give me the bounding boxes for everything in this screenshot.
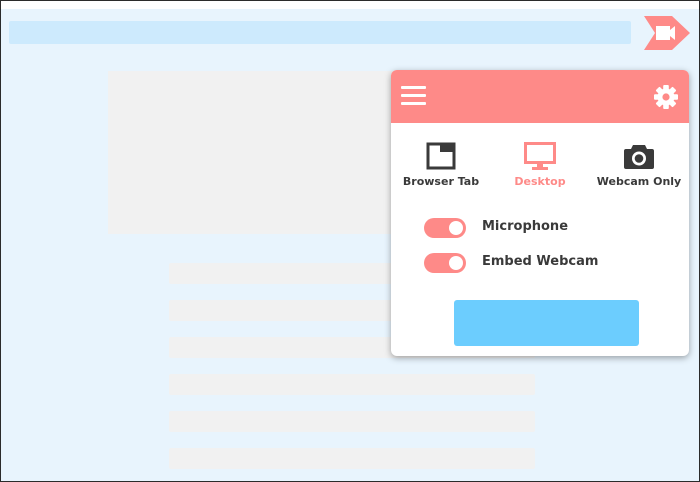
mode-desktop[interactable]: Desktop xyxy=(490,142,590,188)
browser-top-strip xyxy=(1,1,699,9)
page-placeholder-hero xyxy=(108,71,408,234)
mode-browser-tab[interactable]: Browser Tab xyxy=(391,142,491,188)
page-placeholder-line xyxy=(169,448,535,469)
embed-webcam-label: Embed Webcam xyxy=(482,254,599,269)
popup-header xyxy=(391,70,689,123)
start-recording-button[interactable] xyxy=(454,300,639,346)
mode-webcam-only[interactable]: Webcam Only xyxy=(589,142,689,188)
embed-webcam-toggle[interactable] xyxy=(424,253,466,273)
toggle-knob xyxy=(449,221,463,235)
page-placeholder-line xyxy=(169,411,535,432)
mode-label-webcam-only: Webcam Only xyxy=(596,175,682,188)
address-bar[interactable] xyxy=(9,21,631,44)
browser-tab-icon xyxy=(391,142,491,170)
microphone-toggle[interactable] xyxy=(424,218,466,238)
toggle-knob xyxy=(449,256,463,270)
page-placeholder-line xyxy=(169,374,535,395)
monitor-icon xyxy=(490,142,590,170)
mode-label-browser-tab: Browser Tab xyxy=(402,175,480,188)
mode-label-desktop: Desktop xyxy=(514,175,566,188)
browser-window: Browser Tab Desktop Webcam Only Micropho… xyxy=(0,0,700,482)
camera-icon xyxy=(589,142,689,170)
hamburger-menu-icon[interactable] xyxy=(401,86,426,106)
gear-icon[interactable] xyxy=(653,84,679,110)
screen-recorder-extension-icon[interactable] xyxy=(642,13,692,53)
microphone-label: Microphone xyxy=(482,219,569,234)
recorder-popup: Browser Tab Desktop Webcam Only Micropho… xyxy=(391,70,689,356)
